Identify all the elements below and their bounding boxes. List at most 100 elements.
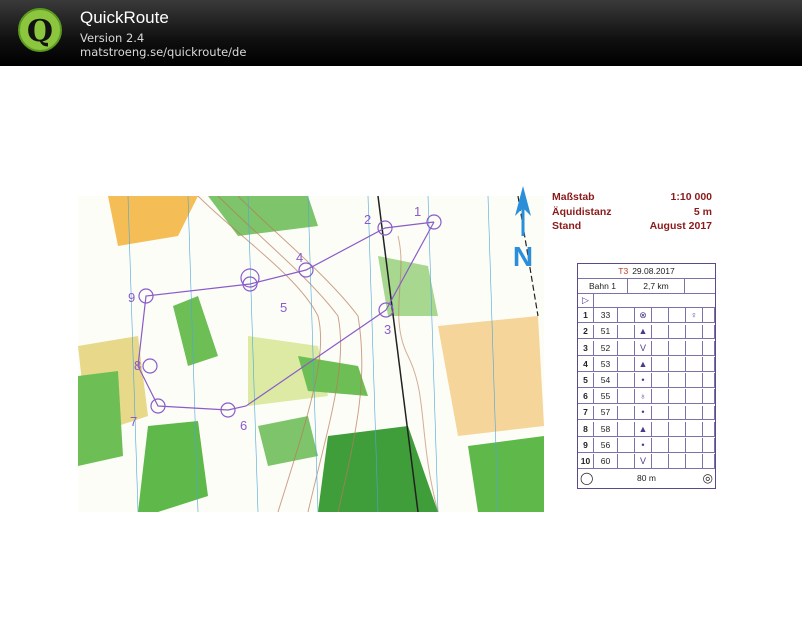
- cc-control-number: 4: [578, 357, 594, 371]
- cc-empty: [618, 324, 635, 339]
- cc-control-number: 5: [578, 373, 594, 387]
- cc-control-row: 3 52 V: [578, 340, 715, 356]
- cc-empty: [669, 373, 686, 387]
- cc-control-number: 7: [578, 405, 594, 420]
- cc-control-row: 6 55 ♁: [578, 389, 715, 405]
- cc-control-extra: ♀: [686, 308, 703, 323]
- cc-control-extra: [686, 340, 703, 355]
- cc-empty: [652, 405, 669, 420]
- cc-empty: [669, 438, 686, 452]
- cc-empty: [669, 324, 686, 339]
- cc-control-code: 51: [594, 324, 618, 339]
- svg-text:7: 7: [130, 414, 137, 429]
- cc-control-code: 33: [594, 308, 618, 323]
- cc-empty: [703, 438, 715, 452]
- cc-empty: [703, 373, 715, 387]
- cc-empty: [703, 357, 715, 371]
- cc-control-symbol: ▲: [635, 324, 652, 339]
- cc-empty: [618, 438, 635, 452]
- cc-control-number: 10: [578, 454, 594, 468]
- cc-empty: [618, 357, 635, 371]
- cc-control-number: 2: [578, 324, 594, 339]
- cc-empty: [703, 340, 715, 355]
- cc-course-row: Bahn 1 2,7 km: [578, 278, 715, 294]
- cc-empty: [703, 454, 715, 468]
- cc-empty: [618, 373, 635, 387]
- cc-empty: [618, 421, 635, 436]
- svg-text:2: 2: [364, 212, 371, 227]
- cc-control-row: 5 54 •: [578, 373, 715, 388]
- cc-control-symbol: •: [635, 373, 652, 387]
- cc-control-extra: [686, 454, 703, 468]
- cc-empty: [652, 357, 669, 371]
- app-title: QuickRoute: [80, 8, 169, 27]
- cc-empty: [618, 389, 635, 404]
- cc-control-extra: [686, 421, 703, 436]
- cc-empty: [669, 308, 686, 323]
- svg-text:9: 9: [128, 290, 135, 305]
- cc-empty: [703, 421, 715, 436]
- cc-control-row: 8 58 ▲: [578, 421, 715, 437]
- cc-control-code: 56: [594, 438, 618, 452]
- legend-scale: Maßstab 1:10 000: [552, 191, 712, 203]
- cc-control-symbol: •: [635, 405, 652, 420]
- cc-empty: [703, 324, 715, 339]
- svg-text:6: 6: [240, 418, 247, 433]
- map-viewport[interactable]: 1 2 3 4 5 6 7 8 9 N Maßstab 1:10 000 Äqui…: [0, 66, 802, 632]
- cc-control-symbol: ⊗: [635, 308, 652, 323]
- cc-empty: [669, 340, 686, 355]
- cc-start-row: ▷: [578, 293, 715, 309]
- north-arrow-icon: N: [513, 186, 533, 270]
- svg-text:8: 8: [134, 358, 141, 373]
- cc-empty: [703, 405, 715, 420]
- cc-control-symbol: V: [635, 454, 652, 468]
- svg-text:1: 1: [414, 204, 421, 219]
- cc-empty: [669, 405, 686, 420]
- orienteering-map[interactable]: 1 2 3 4 5 6 7 8 9: [78, 196, 544, 512]
- quickroute-logo-icon: Q: [18, 8, 62, 52]
- cc-empty: [618, 340, 635, 355]
- cc-control-extra: [686, 405, 703, 420]
- cc-empty: [652, 324, 669, 339]
- cc-empty: [652, 340, 669, 355]
- cc-control-row: 9 56 •: [578, 438, 715, 453]
- svg-text:4: 4: [296, 250, 303, 265]
- cc-empty: [652, 389, 669, 404]
- cc-control-code: 60: [594, 454, 618, 468]
- cc-control-extra: [686, 438, 703, 452]
- control-description-card: T3 29.08.2017 Bahn 1 2,7 km ▷ 1 33 ⊗ ♀ 2 51 ▲ 3…: [577, 263, 716, 489]
- cc-control-symbol: •: [635, 438, 652, 452]
- cc-empty: [618, 454, 635, 468]
- cc-empty: [669, 389, 686, 404]
- cc-empty: [703, 308, 715, 323]
- cc-control-code: 52: [594, 340, 618, 355]
- cc-control-extra: [686, 389, 703, 404]
- cc-control-number: 8: [578, 421, 594, 436]
- cc-control-number: 6: [578, 389, 594, 404]
- cc-empty: [652, 454, 669, 468]
- cc-control-symbol: V: [635, 340, 652, 355]
- cc-empty: [618, 308, 635, 323]
- cc-control-row: 7 57 •: [578, 405, 715, 421]
- cc-control-row: 1 33 ⊗ ♀: [578, 308, 715, 324]
- cc-empty: [669, 454, 686, 468]
- cc-empty: [652, 373, 669, 387]
- cc-control-symbol: ▲: [635, 421, 652, 436]
- cc-control-code: 57: [594, 405, 618, 420]
- cc-control-extra: [686, 357, 703, 371]
- cc-control-row: 4 53 ▲: [578, 357, 715, 372]
- cc-control-code: 55: [594, 389, 618, 404]
- cc-control-code: 54: [594, 373, 618, 387]
- cc-control-row: 2 51 ▲: [578, 324, 715, 340]
- cc-empty: [652, 438, 669, 452]
- cc-control-number: 3: [578, 340, 594, 355]
- app-url[interactable]: matstroeng.se/quickroute/de: [80, 45, 246, 59]
- cc-control-extra: [686, 373, 703, 387]
- cc-empty: [618, 405, 635, 420]
- cc-empty: [652, 308, 669, 323]
- cc-control-symbol: ♁: [635, 389, 652, 404]
- cc-empty: [669, 357, 686, 371]
- title-bar: Q QuickRoute Version 2.4 matstroeng.se/q…: [0, 0, 802, 66]
- cc-control-symbol: ▲: [635, 357, 652, 371]
- cc-control-number: 9: [578, 438, 594, 452]
